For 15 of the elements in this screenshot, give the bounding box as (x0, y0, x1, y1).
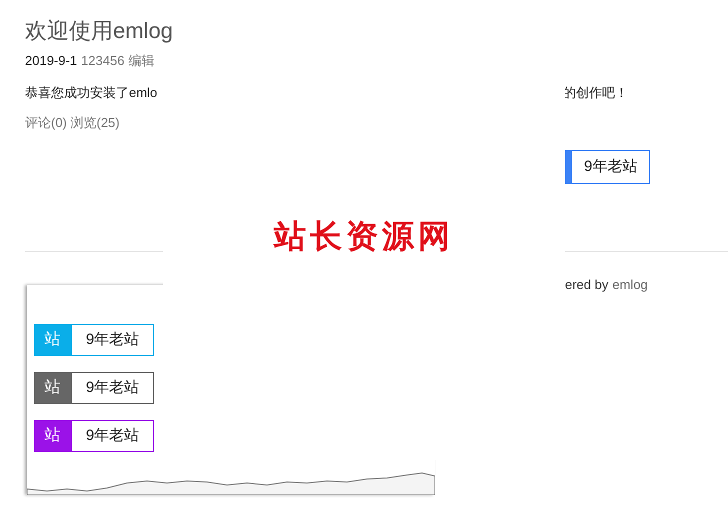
badge-label: 9年老站 (71, 420, 154, 452)
badge-label: 9年老站 (71, 372, 154, 404)
badge-icon-label: 站 (34, 420, 71, 452)
post-date: 2019-9-1 (25, 52, 78, 70)
post-excerpt: 恭喜您成功安装了emlo (25, 84, 158, 102)
author-link[interactable]: 123456 (81, 52, 124, 70)
badge-label: 9年老站 (571, 150, 650, 184)
badge-icon-label: 站 (34, 324, 71, 356)
overlay-title: 站长资源网 (274, 216, 454, 257)
edit-link[interactable]: 编辑 (128, 52, 154, 70)
post-title[interactable]: 欢迎使用emlog (25, 16, 728, 46)
badge-label: 9年老站 (71, 324, 154, 356)
badge-icon-label: 站 (34, 372, 71, 404)
footer-link[interactable]: emlog (612, 276, 648, 294)
footer-text: ered by (565, 276, 608, 294)
